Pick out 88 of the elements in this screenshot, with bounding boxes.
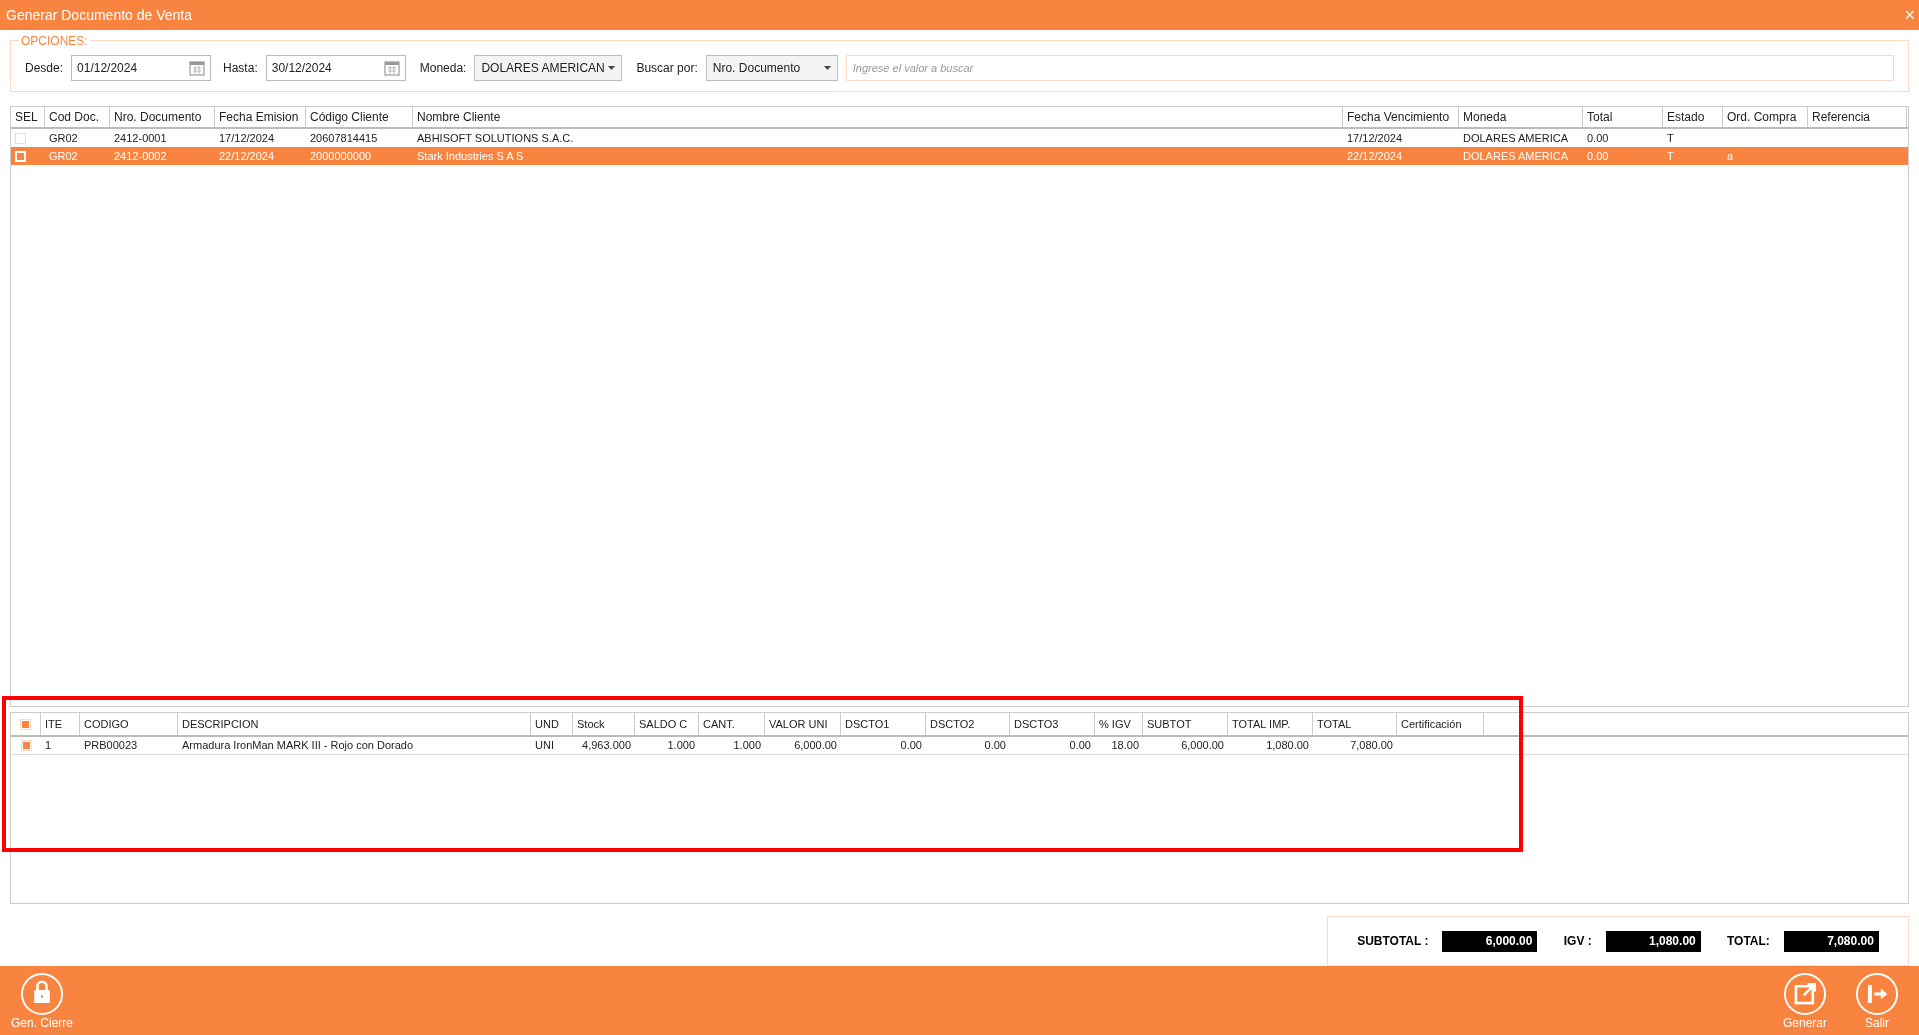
table-cell-text: T (1667, 130, 1674, 146)
table-cell-text: ABHISOFT SOLUTIONS S.A.C. (417, 130, 574, 146)
table-cell-text: Armadura IronMan MARK III - Rojo con Dorado (182, 738, 414, 754)
column-header[interactable]: SALDO C (635, 713, 699, 735)
buscar-por-dropdown[interactable]: Nro. Documento (705, 55, 838, 81)
table-cell-text: 6,000.00 (794, 738, 837, 754)
checkbox[interactable] (15, 132, 26, 144)
column-header[interactable]: Ord. Compra (1723, 107, 1808, 127)
table-cell-text: 1.000 (667, 738, 695, 754)
table-cell-text: 6,000.00 (1181, 738, 1224, 754)
table-cell-text: 17/12/2024 (219, 130, 275, 146)
table-cell-text: DOLARES AMERICA (1463, 130, 1569, 146)
column-header[interactable]: Referencia (1808, 107, 1907, 127)
export-icon (1783, 971, 1827, 1016)
column-header[interactable]: ITE (41, 713, 80, 735)
table-cell-text: T (1667, 148, 1674, 164)
column-header[interactable]: Moneda (1459, 107, 1583, 127)
desde-date-field[interactable]: 01/12/2024 (71, 55, 212, 81)
column-header[interactable]: VALOR UNI (765, 713, 841, 735)
table-cell-text: 2412-0002 (114, 148, 167, 164)
total-label: SUBTOTAL : (1357, 933, 1429, 950)
column-header[interactable]: TOTAL (1313, 713, 1397, 735)
table-cell-text: 22/12/2024 (1347, 148, 1403, 164)
column-header[interactable]: DESCRIPCION (178, 713, 531, 735)
column-header[interactable]: DSCTO3 (1010, 713, 1095, 735)
table-cell-text: GR02 (49, 148, 78, 164)
dropdown-caret-icon (608, 66, 616, 70)
table-cell-text: 1 (45, 738, 52, 754)
table-cell-text: 1,080.00 (1266, 738, 1309, 754)
checkbox[interactable] (20, 740, 32, 751)
desde-label: Desde: (25, 60, 64, 77)
column-header[interactable]: CODIGO (80, 713, 178, 735)
table-cell-text: 22/12/2024 (219, 148, 275, 164)
table-cell-text: 18.00 (1111, 738, 1139, 754)
column-header[interactable]: SUBTOT (1143, 713, 1228, 735)
column-header[interactable]: Estado (1663, 107, 1723, 127)
header-checkbox[interactable] (20, 718, 31, 730)
table-cell-text: 0.00 (900, 738, 922, 754)
total-value: 6,000.00 (1442, 930, 1538, 952)
column-header[interactable]: Total (1583, 107, 1663, 127)
column-header[interactable]: Certificación (1397, 713, 1484, 735)
column-header[interactable]: DSCTO2 (926, 713, 1010, 735)
column-header[interactable]: DSCTO1 (841, 713, 926, 735)
table-cell-text: 17/12/2024 (1347, 130, 1403, 146)
search-field[interactable]: Ingrese el valor a buscar (845, 55, 1894, 81)
column-header[interactable]: CANT. (699, 713, 765, 735)
column-header[interactable]: Nro. Documento (110, 107, 215, 127)
hasta-date-field[interactable]: 30/12/2024 (265, 55, 406, 81)
table-cell-text: PRB00023 (84, 738, 138, 754)
table-cell-text: Stark Industries S A S (417, 148, 524, 164)
table-cell-text: 0.00 (1587, 148, 1609, 164)
column-header[interactable]: Cod Doc. (45, 107, 110, 127)
table-cell-text: 1.000 (733, 738, 761, 754)
table-cell-text: 2412-0001 (114, 130, 167, 146)
lock-icon (20, 971, 64, 1016)
hasta-label: Hasta: (223, 60, 258, 77)
dropdown-caret-icon (823, 66, 831, 70)
column-header[interactable]: SEL (11, 107, 45, 127)
calendar-icon (189, 60, 206, 76)
table-cell-text: 4,963.000 (582, 738, 631, 754)
table-cell-text: GR02 (49, 130, 78, 146)
table-cell-text: 7,080.00 (1350, 738, 1393, 754)
total-value: 1,080.00 (1605, 930, 1701, 952)
table-cell-text: a (1727, 148, 1734, 164)
moneda-dropdown[interactable]: DOLARES AMERICAN (474, 55, 623, 81)
table-cell-text: 0.00 (1587, 130, 1609, 146)
table-cell-text: 0.00 (984, 738, 1006, 754)
calendar-icon (383, 60, 400, 76)
column-header[interactable]: Código Cliente (306, 107, 413, 127)
table-cell-text: UNI (535, 738, 554, 754)
moneda-label: Moneda: (419, 60, 467, 77)
column-header[interactable]: TOTAL IMP. (1228, 713, 1313, 735)
total-label: IGV : (1563, 933, 1592, 950)
window-title: Generar Documento de Venta (6, 5, 192, 25)
column-header[interactable]: Nombre Cliente (413, 107, 1343, 127)
table-cell-text: 2000000000 (310, 148, 372, 164)
table-cell-text: DOLARES AMERICA (1463, 148, 1569, 164)
column-header[interactable]: Fecha Emision (215, 107, 306, 127)
column-header[interactable]: Fecha Vencimiento (1343, 107, 1459, 127)
table-cell-text: 20607814415 (310, 130, 378, 146)
column-header[interactable]: Stock (573, 713, 635, 735)
table-cell-text: 0.00 (1069, 738, 1091, 754)
exit-door-icon (1855, 971, 1899, 1016)
buscar-por-label: Buscar por: (636, 60, 698, 77)
column-header[interactable]: % IGV (1095, 713, 1143, 735)
total-value: 7,080.00 (1783, 930, 1879, 952)
total-label: TOTAL: (1727, 933, 1770, 950)
column-header[interactable]: UND (531, 713, 573, 735)
